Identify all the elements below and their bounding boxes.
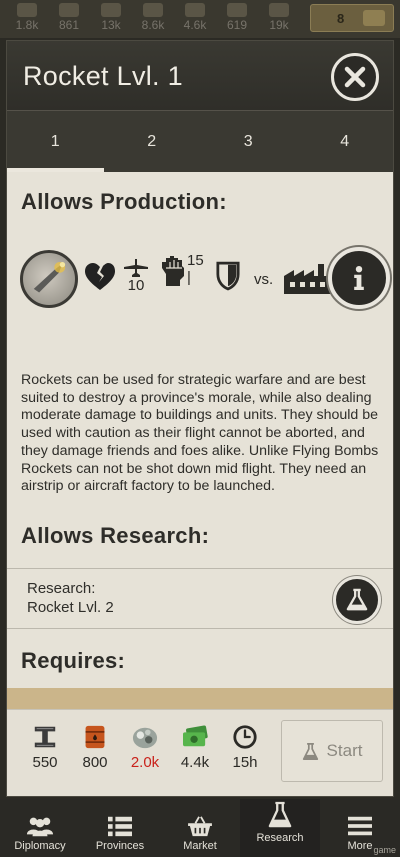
flask-icon [268,801,292,828]
divider [7,628,393,629]
rare-materials-icon [132,727,158,749]
list-icon [108,816,132,837]
allows-research-heading: Allows Research: [21,523,210,548]
gold-badge[interactable]: 8 [310,4,394,32]
tab-level-4[interactable]: 4 [297,111,394,172]
requires-heading: Requires: [21,648,126,673]
nav-provinces[interactable]: Provinces [80,799,160,857]
clock-icon [233,725,257,749]
defense-stat [216,261,240,291]
shield-icon [216,261,240,291]
resource-manpower: 1.8k [6,3,48,32]
nav-research[interactable]: Research [240,799,320,857]
components-icon [101,3,121,17]
flask-icon [302,742,318,760]
people-icon [26,817,54,837]
production-stats-row: 10 15 | vs. [20,244,390,314]
level-tabs: 1 2 3 4 [7,111,393,172]
resource-rare: 619 [216,3,258,32]
research-dialog: Rocket Lvl. 1 1 2 3 4 Allows Production: [6,40,394,797]
start-research-button[interactable]: Start [281,720,383,782]
tab-level-3[interactable]: 3 [200,111,297,172]
steel-icon [143,3,163,17]
rocket-unit-portrait[interactable] [20,250,78,308]
vs-label: vs. [254,271,274,288]
fist-icon [162,256,184,286]
cost-bar: 550 800 2.0k 4.4k 15h Start [7,709,393,796]
money-icon [183,725,208,747]
resource-oil: 4.6k [174,3,216,32]
oil-barrel-icon [85,725,105,749]
dialog-title: Rocket Lvl. 1 [23,61,183,91]
resource-bar: 1.8k 861 13k 8.6k 4.6k 619 19k 8 [0,0,400,38]
cost-money: 4.4k [171,722,219,771]
basket-icon [188,816,212,837]
tab-level-1[interactable]: 1 [7,111,104,172]
research-row[interactable]: Research: Rocket Lvl. 2 [7,568,393,628]
money-icon [269,3,289,17]
info-button[interactable] [328,247,390,309]
supplies-icon [59,3,79,17]
oil-icon [185,3,205,17]
requirement-item[interactable] [7,688,393,709]
morale-damage-stat [84,262,116,292]
cost-rare-materials: 2.0k [121,722,169,771]
steel-beam-icon [34,726,56,748]
info-icon [354,266,364,290]
dialog-content: Allows Production: 10 15 | vs. Rockets c… [7,172,393,709]
broken-heart-icon [85,263,115,290]
flask-icon [346,588,368,611]
building-target-stat [284,262,332,294]
air-damage-stat: 10 [124,259,148,294]
resource-supplies: 861 [48,3,90,32]
cost-time: 15h [221,722,269,771]
factory-icon [284,264,332,294]
watermark: game [373,845,396,855]
strength-stat [160,254,186,286]
open-research-button[interactable] [333,576,381,624]
unit-description: Rockets can be used for strategic warfar… [21,372,379,495]
resource-components: 13k [90,3,132,32]
resource-money: 19k [258,3,300,32]
cost-steel: 550 [21,722,69,771]
close-icon [344,66,366,88]
allows-production-heading: Allows Production: [21,189,227,214]
rocket-icon [33,261,66,293]
resource-steel: 8.6k [132,3,174,32]
menu-icon [348,816,372,836]
airplane-icon [124,259,148,277]
research-text: Research: Rocket Lvl. 2 [27,580,114,616]
gold-icon [363,10,385,26]
strength-value: 15 | [187,252,204,286]
nav-diplomacy[interactable]: Diplomacy [0,799,80,857]
manpower-icon [17,3,37,17]
research-item-name: Rocket Lvl. 2 [27,599,114,616]
bottom-navigation: Diplomacy Provinces Market Research More… [0,799,400,857]
tab-level-2[interactable]: 2 [104,111,201,172]
nav-market[interactable]: Market [160,799,240,857]
dialog-header: Rocket Lvl. 1 [7,41,393,111]
close-button[interactable] [331,53,379,101]
rare-materials-icon [227,3,247,17]
cost-oil: 800 [71,722,119,771]
